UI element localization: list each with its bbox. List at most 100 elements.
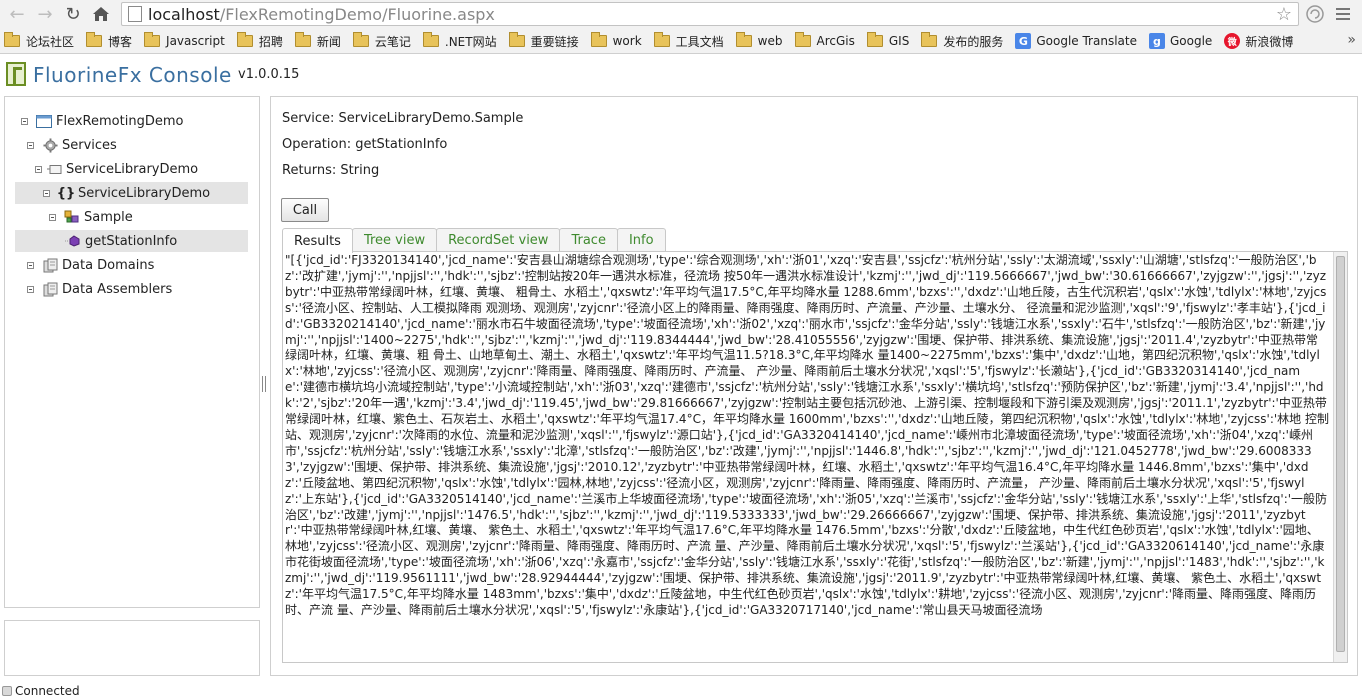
- bookmark-item[interactable]: 重要链接: [508, 32, 579, 50]
- tree-item-label: ServiceLibraryDemo: [78, 185, 211, 201]
- bookmark-item[interactable]: 发布的服务: [921, 32, 1004, 50]
- bookmark-label: Google: [1169, 34, 1213, 48]
- bookmark-item[interactable]: 工具文档: [653, 32, 724, 50]
- more-bookmarks-button[interactable]: »: [1347, 32, 1356, 48]
- bookmark-item[interactable]: GIS: [866, 32, 909, 48]
- tree-item-services[interactable]: Services: [27, 134, 117, 156]
- tab-trace[interactable]: Trace: [559, 228, 618, 252]
- connection-status-icon: [2, 686, 12, 696]
- folder-icon: [866, 32, 883, 47]
- menu-icon[interactable]: [1332, 3, 1354, 25]
- result-tabs: Results Tree view RecordSet view Trace I…: [282, 228, 666, 253]
- bookmark-item[interactable]: g Google: [1148, 33, 1213, 49]
- bookmark-label: ArcGis: [816, 34, 855, 48]
- url-host: localhost: [148, 4, 220, 24]
- folder-icon: [735, 32, 752, 47]
- tab-tree-view[interactable]: Tree view: [351, 228, 438, 252]
- results-output[interactable]: "[{'jcd_id':'FJ3320134140','jcd_name':'安…: [282, 251, 1348, 663]
- bookmark-item[interactable]: web: [735, 32, 783, 48]
- home-icon[interactable]: [88, 1, 114, 27]
- bookmark-item[interactable]: 博客: [86, 32, 133, 50]
- tab-results[interactable]: Results: [282, 228, 353, 253]
- app-header: FluorineFx Console v1.0.0.15: [0, 55, 1362, 93]
- bookmark-star-icon[interactable]: ☆: [1276, 4, 1292, 25]
- collapse-toggle-icon[interactable]: [27, 141, 34, 149]
- bookmark-item[interactable]: 云笔记: [352, 32, 411, 50]
- gear-icon: [42, 137, 58, 153]
- folder-icon: [236, 32, 253, 47]
- collapse-toggle-icon[interactable]: [21, 117, 28, 125]
- collapse-toggle-icon[interactable]: [27, 261, 34, 269]
- app-version: v1.0.0.15: [238, 67, 300, 82]
- panel-splitter-handle[interactable]: [262, 376, 266, 392]
- page-icon: [128, 6, 142, 22]
- address-bar[interactable]: localhost/FlexRemotingDemo/Fluorine.aspx…: [121, 2, 1299, 26]
- app-window-icon: [36, 114, 52, 128]
- reload-icon[interactable]: ↻: [60, 1, 86, 27]
- bookmark-label: 发布的服务: [943, 34, 1004, 49]
- folder-icon: [508, 32, 525, 47]
- tree-item-data-assemblers[interactable]: Data Assemblers: [27, 278, 172, 300]
- bookmark-item[interactable]: G Google Translate: [1015, 33, 1137, 49]
- tree-item-label: Data Domains: [62, 257, 155, 273]
- bookmark-label: Google Translate: [1036, 34, 1137, 48]
- bookmarks-bar: 论坛社区 博客 Javascript 招聘 新闻 云笔记 .NET网站 重要链接 work 工具文…: [0, 29, 1362, 54]
- folder-icon: [144, 32, 161, 47]
- collapse-toggle-icon[interactable]: [27, 285, 34, 293]
- bookmark-label: 新浪微博: [1245, 34, 1294, 49]
- tree-item-label: ServiceLibraryDemo: [66, 161, 199, 177]
- forward-icon[interactable]: →: [32, 1, 58, 27]
- browser-toolbar: ← → ↻ localhost/FlexRemotingDemo/Fluorin…: [0, 0, 1362, 29]
- bookmark-item[interactable]: 论坛社区: [4, 32, 75, 50]
- folder-icon: [653, 32, 670, 47]
- tab-info[interactable]: Info: [616, 228, 666, 252]
- collapse-toggle-icon[interactable]: [43, 189, 50, 197]
- tree-item-sample[interactable]: Sample: [49, 206, 133, 228]
- fluorinefx-logo-icon: [6, 62, 26, 86]
- tree-item-servicelibrarydemo-assembly[interactable]: ServiceLibraryDemo: [35, 158, 198, 180]
- scrollbar-thumb[interactable]: [1336, 256, 1345, 652]
- database-icon: [42, 258, 58, 272]
- folder-icon: [590, 32, 607, 47]
- bookmark-item[interactable]: ArcGis: [794, 32, 855, 48]
- weibo-icon: 微: [1224, 33, 1241, 49]
- url-path: /FlexRemotingDemo/Fluorine.aspx: [219, 4, 495, 24]
- tree-item-getstationinfo[interactable]: getStationInfo: [15, 230, 248, 252]
- namespace-braces-icon: {}: [56, 185, 76, 201]
- app-title: FluorineFx Console: [33, 63, 232, 87]
- tree-item-label: Sample: [84, 209, 133, 225]
- call-button[interactable]: Call: [281, 198, 329, 222]
- status-text: Connected: [15, 684, 80, 698]
- collapse-toggle-icon[interactable]: [49, 213, 56, 221]
- operation-panel: Service: ServiceLibraryDemo.Sample Opera…: [270, 96, 1358, 676]
- back-icon[interactable]: ←: [4, 1, 30, 27]
- tree-item-label: Services: [62, 137, 117, 153]
- tree-item-flexremotingdemo[interactable]: FlexRemotingDemo: [21, 110, 183, 132]
- bookmark-label: .NET网站: [444, 34, 497, 49]
- folder-icon: [794, 32, 811, 47]
- bookmark-label: 博客: [108, 34, 133, 49]
- bookmark-item[interactable]: work: [590, 32, 642, 48]
- extension-icon[interactable]: [1304, 3, 1326, 25]
- bookmark-item[interactable]: 招聘: [236, 32, 283, 50]
- collapse-toggle-icon[interactable]: [35, 165, 42, 173]
- bookmark-item[interactable]: 微新浪微博: [1224, 33, 1293, 50]
- google-icon: g: [1148, 33, 1165, 49]
- folder-icon: [86, 32, 103, 47]
- tree-item-data-domains[interactable]: Data Domains: [27, 254, 154, 276]
- tree-item-servicelibrarydemo-namespace[interactable]: {} ServiceLibraryDemo: [15, 182, 248, 204]
- folder-icon: [294, 32, 311, 47]
- bookmark-label: 工具文档: [675, 34, 724, 49]
- bookmark-item[interactable]: 新闻: [294, 32, 341, 50]
- folder-icon: [921, 32, 938, 47]
- bookmark-label: 论坛社区: [26, 34, 75, 49]
- tree-item-label: FlexRemotingDemo: [56, 113, 184, 129]
- bookmark-label: work: [612, 34, 642, 48]
- folder-icon: [4, 32, 20, 47]
- tab-recordset-view[interactable]: RecordSet view: [436, 228, 561, 252]
- results-scrollbar[interactable]: [1333, 252, 1347, 662]
- class-icon: [64, 210, 80, 224]
- service-tree: FlexRemotingDemo Services ServiceLibrary…: [4, 96, 260, 608]
- bookmark-item[interactable]: Javascript: [144, 32, 225, 48]
- bookmark-item[interactable]: .NET网站: [422, 32, 497, 50]
